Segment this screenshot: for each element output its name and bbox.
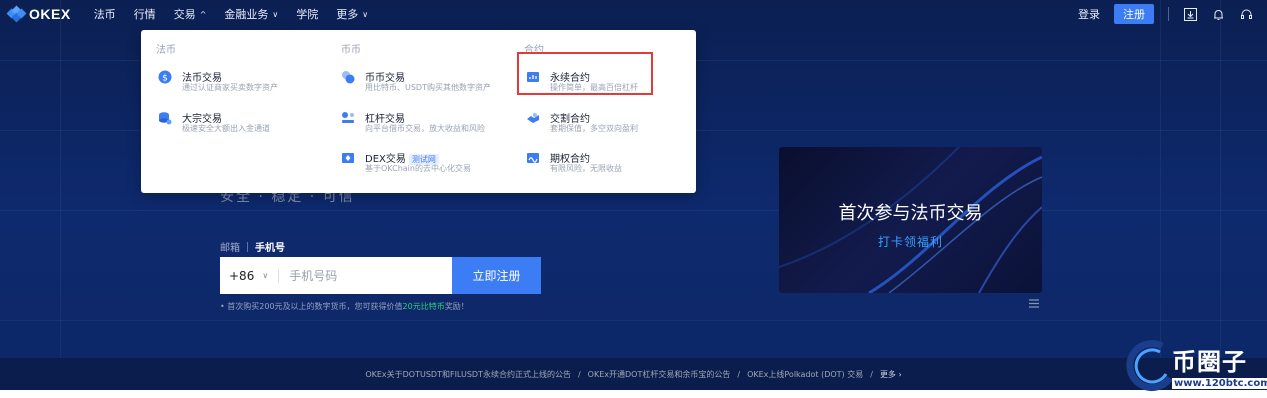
watermark-text: 币圈子: [1172, 348, 1247, 376]
menu-item-options[interactable]: 期权合约 有限风险，无限收益: [526, 150, 696, 180]
menu-item-desc: 极速安全大额出入金通道: [182, 124, 270, 133]
logo-text: OKEX: [29, 6, 71, 22]
chevron-down-icon: ∨: [362, 9, 369, 19]
country-code-select[interactable]: +86 ∨: [229, 269, 268, 283]
headset-icon[interactable]: [1239, 7, 1253, 21]
wave-chart-icon: [526, 151, 540, 165]
trade-dropdown-menu: 法币 $ 法币交易 通过认证商家买卖数字资产 大宗交易 极速安全大额出入金通道 …: [141, 30, 696, 193]
grid-line: [0, 320, 1267, 321]
promo-banner[interactable]: 首次参与法币交易 打卡领福利: [779, 147, 1042, 293]
tab-email[interactable]: 邮箱: [220, 239, 240, 254]
menu-item-desc: 通过认证商家买卖数字资产: [182, 83, 278, 92]
menu-item-desc: 向平台借币交易，放大收益和风险: [365, 124, 485, 133]
bell-icon[interactable]: [1211, 7, 1225, 21]
menu-item-desc: 套期保值，多空双向盈利: [550, 124, 638, 133]
nav-right: 登录 注册: [1078, 0, 1267, 28]
leverage-icon: [341, 111, 355, 125]
watermark: 币圈子 www.120btc.com: [1122, 336, 1267, 398]
banner-subtitle: 打卡领福利: [877, 235, 943, 249]
grid-line: [0, 210, 1267, 211]
menu-item-margin-trade[interactable]: 杠杆交易 向平台借币交易，放大收益和风险: [341, 110, 511, 140]
tab-divider: [247, 241, 248, 252]
grid-line: [1160, 0, 1161, 390]
field-divider: [278, 268, 280, 283]
nav-label: 交易: [173, 8, 196, 21]
nav-label: 更多: [336, 8, 359, 21]
phone-input[interactable]: [289, 268, 440, 283]
chevron-up-icon: ^: [199, 9, 207, 19]
promo-highlight: 20元比特币: [402, 302, 445, 311]
logo[interactable]: OKEX: [6, 5, 71, 23]
watermark-logo-icon: [1126, 340, 1173, 391]
banner-title: 首次参与法币交易: [838, 203, 983, 224]
nav-divider: [1168, 7, 1169, 21]
tab-phone[interactable]: 手机号: [255, 239, 285, 254]
highlight-annotation-box: [517, 52, 653, 95]
announcement-separator: /: [870, 369, 873, 379]
menu-item-block-trade[interactable]: 大宗交易 极速安全大额出入金通道: [158, 110, 328, 140]
register-button[interactable]: 注册: [1114, 4, 1154, 24]
menu-item-desc: 用比特币、USDT购买其他数字资产: [365, 83, 491, 92]
svg-text:$: $: [162, 74, 168, 84]
dex-icon: [341, 151, 355, 165]
menu-item-desc: 有限风险，无限收益: [550, 164, 622, 173]
announcement-separator: /: [737, 369, 741, 379]
menu-item-desc: 基于OKChain的去中心化交易: [365, 164, 471, 173]
handshake-icon: [526, 111, 540, 125]
hero-background: OKEX 法币 行情 交易 ^ 金融业务 ∨ 学院 更多 ∨ 登录 注册 安全 · 稳…: [0, 0, 1267, 390]
grid-line: [1220, 0, 1221, 390]
coins-icon: [341, 70, 355, 84]
menu-item-futures[interactable]: 交割合约 套期保值，多空双向盈利: [526, 110, 696, 140]
chevron-down-icon: ∨: [272, 9, 279, 19]
grid-line: [60, 0, 61, 390]
country-code-value: +86: [229, 268, 255, 283]
announcement-link[interactable]: OKEx关于DOTUSDT和FILUSDT永续合约正式上线的公告: [365, 369, 571, 380]
nav-item-academy[interactable]: 学院: [296, 6, 318, 22]
list-icon[interactable]: [1029, 297, 1039, 308]
announcement-separator: /: [577, 369, 581, 379]
promo-note: • 首次购买200元及以上的数字货币，您可获得价值20元比特币奖励！: [220, 301, 469, 312]
nav-label: 金融业务: [224, 8, 269, 21]
logo-mark-icon: [6, 5, 27, 23]
menu-item-fiat-trade[interactable]: $ 法币交易 通过认证商家买卖数字资产: [158, 69, 328, 99]
phone-field: +86 ∨: [220, 257, 452, 294]
announcement-bar: OKEx关于DOTUSDT和FILUSDT永续合约正式上线的公告 / OKEx开…: [0, 358, 1267, 390]
watermark-url: www.120btc.com: [1172, 378, 1267, 389]
nav-item-trade[interactable]: 交易 ^: [174, 6, 207, 22]
coin-stack-icon: [158, 111, 172, 125]
nav-item-fiat[interactable]: 法币: [94, 6, 116, 22]
nav-label: 学院: [296, 8, 319, 21]
register-now-button[interactable]: 立即注册: [452, 257, 541, 294]
dropdown-column-title: 法币: [156, 45, 176, 56]
more-announcements-link[interactable]: 更多 ›: [880, 369, 902, 380]
announcement-link[interactable]: OKEx开通DOT杠杆交易和余币宝的公告: [588, 369, 731, 380]
nav-label: 行情: [133, 8, 156, 21]
menu-item-spot-trade[interactable]: 币币交易 用比特币、USDT购买其他数字资产: [341, 69, 511, 99]
register-tabs: 邮箱 手机号: [220, 239, 285, 254]
menu-item-dex-trade[interactable]: DEX交易 测试网 基于OKChain的去中心化交易: [341, 150, 511, 180]
announcement-link[interactable]: OKEx上线Polkadot (DOT) 交易: [747, 369, 863, 380]
download-icon[interactable]: [1183, 7, 1197, 21]
dollar-coin-icon: $: [158, 70, 172, 84]
dropdown-column-title: 币币: [341, 45, 361, 56]
top-nav: OKEX 法币 行情 交易 ^ 金融业务 ∨ 学院 更多 ∨ 登录 注册: [0, 0, 1267, 28]
promo-text: 奖励！: [444, 302, 469, 311]
login-link[interactable]: 登录: [1078, 6, 1100, 22]
nav-label: 法币: [93, 8, 116, 21]
chevron-down-icon: ∨: [262, 271, 269, 280]
nav-item-markets[interactable]: 行情: [134, 6, 156, 22]
nav-item-more[interactable]: 更多 ∨: [336, 6, 368, 22]
nav-item-finance[interactable]: 金融业务 ∨: [224, 6, 278, 22]
promo-text: • 首次购买200元及以上的数字货币，您可获得价值: [220, 302, 403, 311]
